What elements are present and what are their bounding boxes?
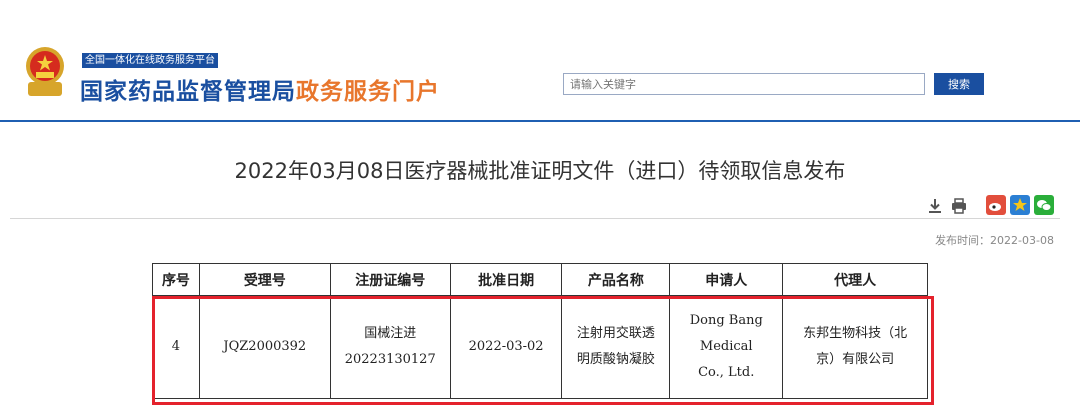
site-name-accent: 政务服务门户 (296, 79, 440, 105)
download-icon[interactable] (926, 197, 944, 215)
header-divider (0, 120, 1080, 122)
column-header: 受理号 (198, 263, 331, 296)
weibo-icon[interactable] (986, 195, 1006, 215)
column-header: 序号 (152, 263, 200, 296)
column-header: 申请人 (669, 263, 784, 296)
highlight-box (152, 296, 934, 405)
title-divider (10, 218, 1060, 219)
search-input[interactable] (563, 73, 925, 95)
national-emblem-icon (26, 47, 64, 96)
site-name-logo[interactable]: 国家药品监督管理局政务服务门户 (80, 72, 440, 106)
wechat-icon[interactable] (1034, 195, 1054, 215)
column-header: 注册证编号 (329, 263, 451, 296)
favorite-icon[interactable] (1010, 195, 1030, 215)
column-header: 代理人 (782, 263, 928, 296)
platform-label[interactable]: 全国一体化在线政务服务平台 (82, 53, 218, 68)
column-header: 产品名称 (561, 263, 671, 296)
publish-time: 发布时间：2022-03-08 (935, 234, 1054, 247)
search-button[interactable]: 搜索 (934, 73, 984, 95)
table-header-row: 序号 受理号 注册证编号 批准日期 产品名称 申请人 代理人 (152, 263, 928, 296)
column-header: 批准日期 (449, 263, 563, 296)
page-title: 2022年03月08日医疗器械批准证明文件（进口）待领取信息发布 (234, 159, 846, 183)
site-name-main: 国家药品监督管理局 (80, 79, 296, 105)
print-icon[interactable] (950, 197, 968, 215)
